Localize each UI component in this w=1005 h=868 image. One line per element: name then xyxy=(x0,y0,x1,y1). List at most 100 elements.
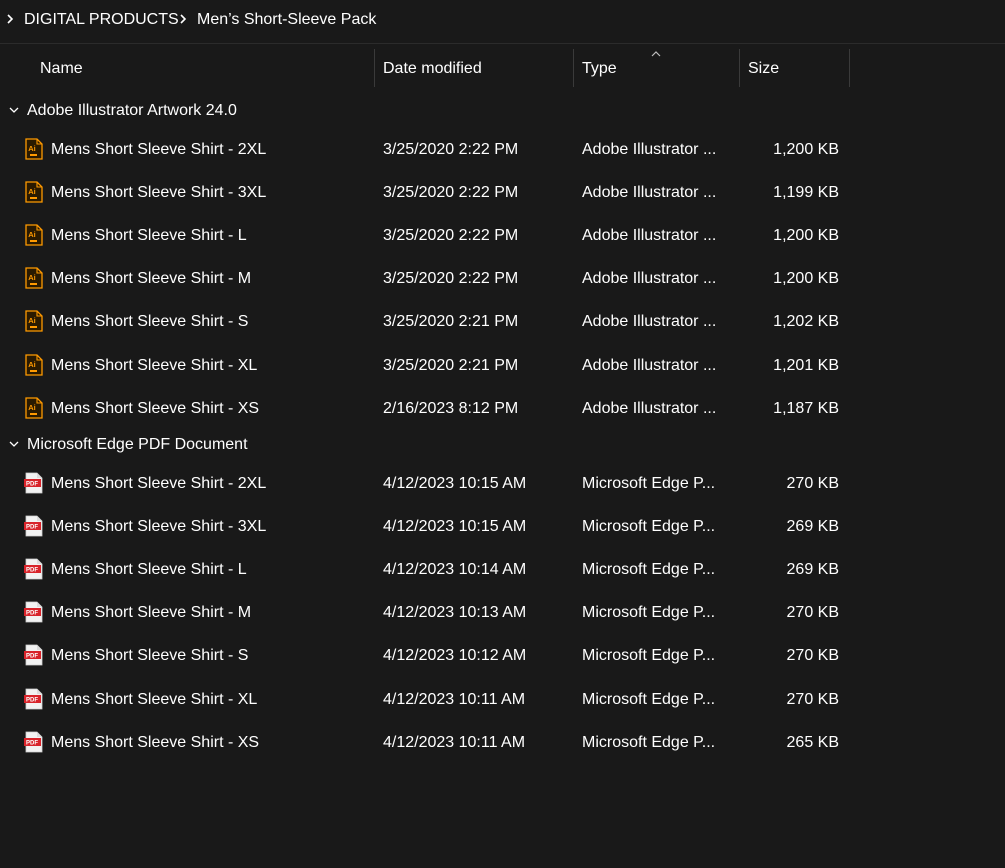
file-type: Microsoft Edge P... xyxy=(582,604,716,621)
group-header[interactable]: Adobe Illustrator Artwork 24.0 xyxy=(0,96,1005,126)
file-size: 270 KB xyxy=(786,604,839,621)
file-type: Microsoft Edge P... xyxy=(582,734,716,751)
file-name: Mens Short Sleeve Shirt - S xyxy=(51,647,249,664)
svg-text:PDF: PDF xyxy=(26,611,38,617)
file-type: Microsoft Edge P... xyxy=(582,691,716,708)
file-type: Adobe Illustrator ... xyxy=(582,184,717,201)
illustrator-file-icon: Ai xyxy=(24,267,44,289)
file-row[interactable]: Ai Mens Short Sleeve Shirt - 3XL 3/25/2020… xyxy=(0,173,1005,213)
file-row[interactable]: PDF Mens Short Sleeve Shirt - XS 4/12/2023… xyxy=(0,723,1005,763)
file-type: Adobe Illustrator ... xyxy=(582,357,717,374)
svg-text:Ai: Ai xyxy=(28,273,36,282)
file-size: 1,201 KB xyxy=(773,357,839,374)
file-date-modified: 3/25/2020 2:22 PM xyxy=(383,141,519,158)
chevron-down-icon[interactable] xyxy=(8,106,20,114)
svg-text:Ai: Ai xyxy=(28,360,36,369)
file-date-modified: 3/25/2020 2:22 PM xyxy=(383,184,519,201)
file-type: Microsoft Edge P... xyxy=(582,518,716,535)
file-row[interactable]: PDF Mens Short Sleeve Shirt - S 4/12/2023 … xyxy=(0,636,1005,676)
svg-text:PDF: PDF xyxy=(26,482,38,488)
pdf-file-icon: PDF xyxy=(24,472,44,494)
file-type: Microsoft Edge P... xyxy=(582,647,716,664)
file-date-modified: 4/12/2023 10:11 AM xyxy=(383,734,526,751)
file-date-modified: 3/25/2020 2:22 PM xyxy=(383,270,519,287)
file-row[interactable]: Ai Mens Short Sleeve Shirt - XL 3/25/2020 … xyxy=(0,346,1005,386)
file-size: 269 KB xyxy=(786,561,839,578)
file-name: Mens Short Sleeve Shirt - XS xyxy=(51,400,260,417)
file-row[interactable]: Ai Mens Short Sleeve Shirt - M 3/25/2020 2… xyxy=(0,259,1005,299)
chevron-down-icon[interactable] xyxy=(8,440,20,448)
file-row[interactable]: PDF Mens Short Sleeve Shirt - 3XL 4/12/202… xyxy=(0,507,1005,547)
file-row[interactable]: Ai Mens Short Sleeve Shirt - XS 2/16/2023 … xyxy=(0,389,1005,429)
file-name: Mens Short Sleeve Shirt - 2XL xyxy=(51,475,267,492)
illustrator-file-icon: Ai xyxy=(24,224,44,246)
file-size: 1,199 KB xyxy=(773,184,839,201)
file-name: Mens Short Sleeve Shirt - L xyxy=(51,227,247,244)
file-name: Mens Short Sleeve Shirt - XS xyxy=(51,734,260,751)
pdf-file-icon: PDF xyxy=(24,688,44,710)
file-size: 270 KB xyxy=(786,691,839,708)
column-divider[interactable] xyxy=(739,49,740,87)
file-date-modified: 4/12/2023 10:11 AM xyxy=(383,691,526,708)
file-type: Adobe Illustrator ... xyxy=(582,141,717,158)
svg-text:PDF: PDF xyxy=(26,698,38,704)
file-size: 1,200 KB xyxy=(773,227,839,244)
breadcrumb: DIGITAL PRODUCTS Men’s Short-Sleeve Pack xyxy=(0,0,1005,44)
svg-text:PDF: PDF xyxy=(26,654,38,660)
column-header-date-modified[interactable]: Date modified xyxy=(383,59,482,79)
file-row[interactable]: PDF Mens Short Sleeve Shirt - M 4/12/2023 … xyxy=(0,593,1005,633)
file-date-modified: 3/25/2020 2:21 PM xyxy=(383,313,519,330)
file-row[interactable]: PDF Mens Short Sleeve Shirt - XL 4/12/2023… xyxy=(0,680,1005,720)
file-size: 265 KB xyxy=(786,734,839,751)
svg-text:Ai: Ai xyxy=(28,230,36,239)
file-type: Adobe Illustrator ... xyxy=(582,227,717,244)
svg-text:PDF: PDF xyxy=(26,525,38,531)
breadcrumb-chevron-icon[interactable] xyxy=(5,11,15,27)
file-size: 270 KB xyxy=(786,647,839,664)
column-header-name[interactable]: Name xyxy=(40,59,83,79)
column-divider[interactable] xyxy=(573,49,574,87)
illustrator-file-icon: Ai xyxy=(24,397,44,419)
file-date-modified: 4/12/2023 10:13 AM xyxy=(383,604,527,621)
file-row[interactable]: Ai Mens Short Sleeve Shirt - 2XL 3/25/2020… xyxy=(0,130,1005,170)
file-row[interactable]: PDF Mens Short Sleeve Shirt - 2XL 4/12/202… xyxy=(0,464,1005,504)
column-divider[interactable] xyxy=(849,49,850,87)
file-row[interactable]: PDF Mens Short Sleeve Shirt - L 4/12/2023 … xyxy=(0,550,1005,590)
file-row[interactable]: Ai Mens Short Sleeve Shirt - S 3/25/2020 2… xyxy=(0,302,1005,342)
file-type: Adobe Illustrator ... xyxy=(582,270,717,287)
group-header[interactable]: Microsoft Edge PDF Document xyxy=(0,430,1005,460)
file-size: 1,200 KB xyxy=(773,141,839,158)
file-type: Microsoft Edge P... xyxy=(582,561,716,578)
illustrator-file-icon: Ai xyxy=(24,310,44,332)
file-name: Mens Short Sleeve Shirt - L xyxy=(51,561,247,578)
column-divider[interactable] xyxy=(374,49,375,87)
breadcrumb-separator-icon[interactable] xyxy=(178,11,188,27)
svg-text:Ai: Ai xyxy=(28,144,36,153)
file-type: Adobe Illustrator ... xyxy=(582,313,717,330)
column-header-size[interactable]: Size xyxy=(748,59,779,79)
svg-text:Ai: Ai xyxy=(28,403,36,412)
file-date-modified: 3/25/2020 2:22 PM xyxy=(383,227,519,244)
file-size: 270 KB xyxy=(786,475,839,492)
breadcrumb-item-digital-products[interactable]: DIGITAL PRODUCTS xyxy=(24,10,179,30)
illustrator-file-icon: Ai xyxy=(24,354,44,376)
pdf-file-icon: PDF xyxy=(24,601,44,623)
file-date-modified: 4/12/2023 10:12 AM xyxy=(383,647,527,664)
column-header-type[interactable]: Type xyxy=(582,59,617,79)
file-date-modified: 3/25/2020 2:21 PM xyxy=(383,357,519,374)
group-title: Microsoft Edge PDF Document xyxy=(27,436,248,453)
file-name: Mens Short Sleeve Shirt - XL xyxy=(51,357,258,374)
file-name: Mens Short Sleeve Shirt - 3XL xyxy=(51,184,267,201)
svg-text:Ai: Ai xyxy=(28,316,36,325)
file-date-modified: 2/16/2023 8:12 PM xyxy=(383,400,519,417)
file-date-modified: 4/12/2023 10:15 AM xyxy=(383,518,527,535)
svg-text:PDF: PDF xyxy=(26,741,38,747)
file-name: Mens Short Sleeve Shirt - M xyxy=(51,604,252,621)
file-type: Adobe Illustrator ... xyxy=(582,400,717,417)
column-header-row: Name Date modified Type Size xyxy=(0,44,1005,90)
file-name: Mens Short Sleeve Shirt - S xyxy=(51,313,249,330)
pdf-file-icon: PDF xyxy=(24,644,44,666)
breadcrumb-item-current-folder[interactable]: Men’s Short-Sleeve Pack xyxy=(197,10,376,30)
file-row[interactable]: Ai Mens Short Sleeve Shirt - L 3/25/2020 2… xyxy=(0,216,1005,256)
file-name: Mens Short Sleeve Shirt - 3XL xyxy=(51,518,267,535)
